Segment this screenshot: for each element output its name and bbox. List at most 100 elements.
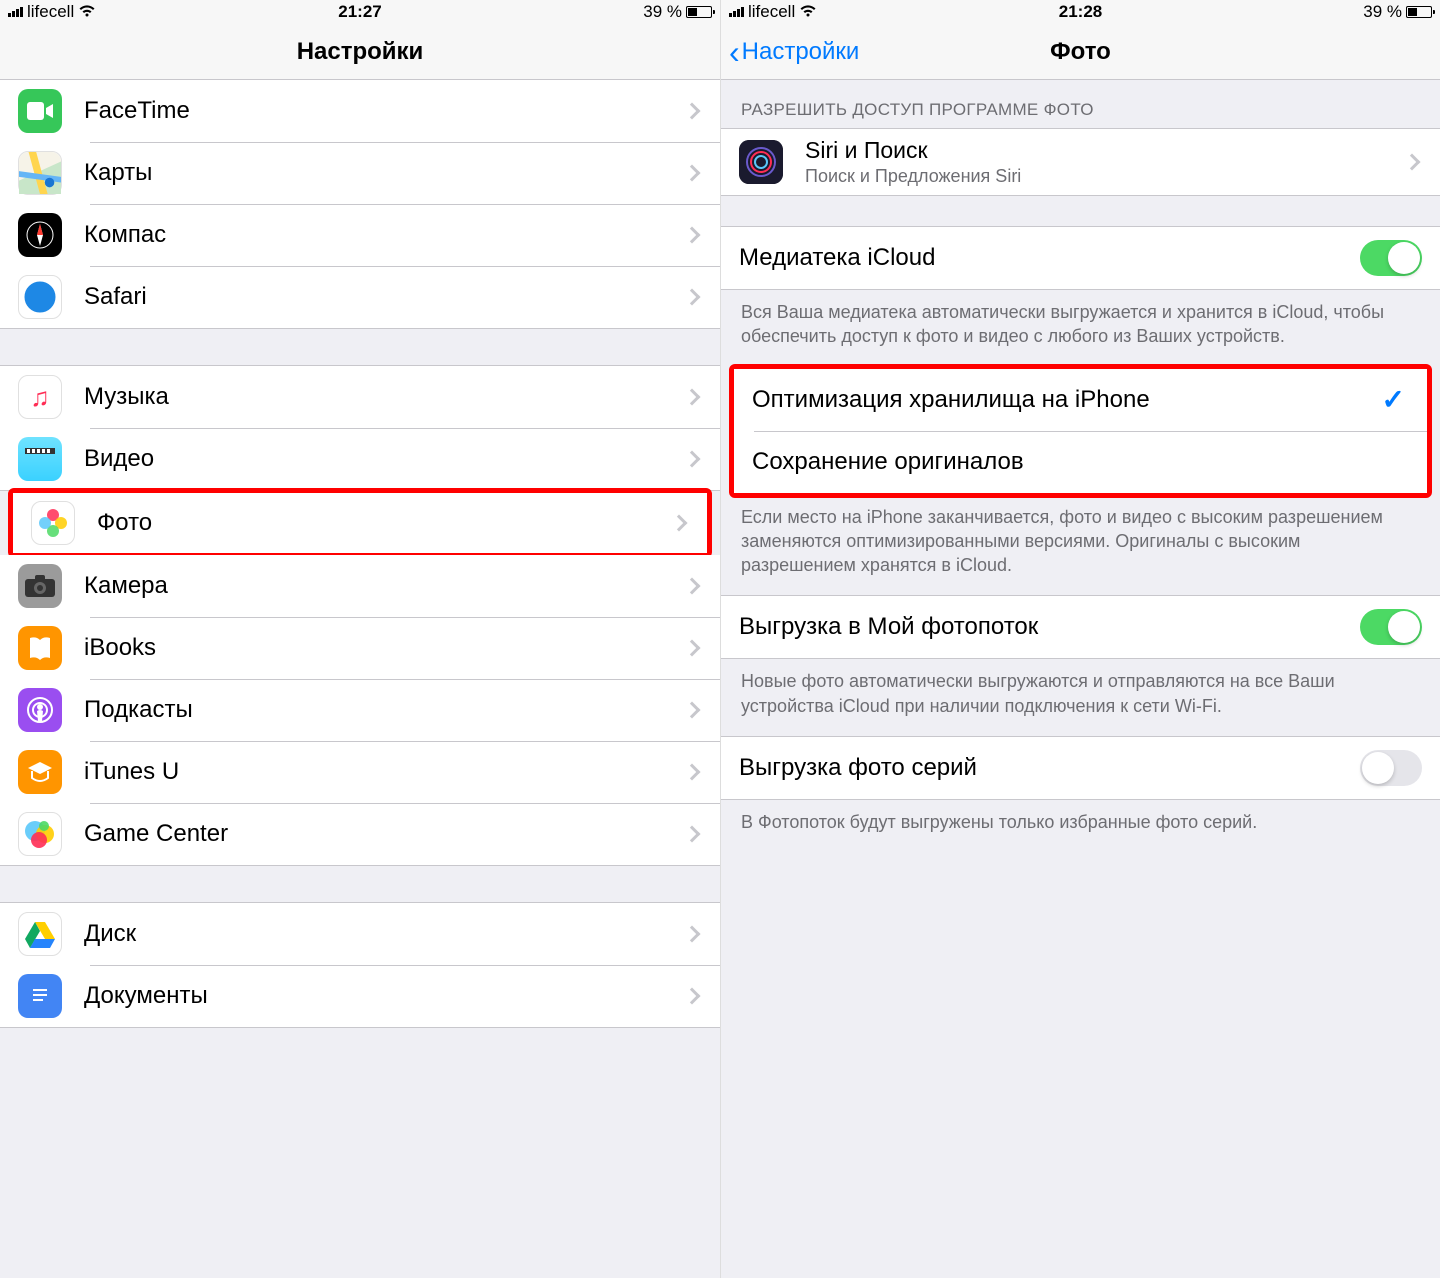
facetime-icon: [18, 89, 62, 133]
settings-screen: lifecell 21:27 39 % Настройки FaceTime: [0, 0, 720, 1278]
music-icon: ♫: [18, 375, 62, 419]
row-label: FaceTime: [84, 97, 686, 125]
photo-stream-footer: Новые фото автоматически выгружаются и о…: [721, 659, 1440, 736]
battery-icon: [686, 6, 712, 18]
row-itunesu[interactable]: iTunes U: [0, 741, 720, 803]
video-icon: [18, 437, 62, 481]
back-button[interactable]: ‹ Настройки: [729, 24, 859, 79]
chevron-icon: [684, 640, 701, 657]
drive-icon: [18, 912, 62, 956]
back-label: Настройки: [742, 38, 860, 66]
page-title: Настройки: [297, 38, 424, 66]
itunesu-icon: [18, 750, 62, 794]
row-label: Музыка: [84, 383, 686, 411]
row-music[interactable]: ♫ Музыка: [0, 366, 720, 428]
row-video[interactable]: Видео: [0, 428, 720, 490]
chevron-icon: [684, 926, 701, 943]
row-label: Документы: [84, 982, 686, 1010]
row-podcasts[interactable]: Подкасты: [0, 679, 720, 741]
chevron-icon: [671, 515, 688, 532]
row-camera[interactable]: Камера: [0, 555, 720, 617]
chevron-icon: [684, 389, 701, 406]
row-label: Карты: [84, 159, 686, 187]
signal-icon: [8, 7, 23, 17]
chevron-icon: [684, 103, 701, 120]
siri-subtitle: Поиск и Предложения Siri: [805, 166, 1406, 187]
chevron-icon: [684, 764, 701, 781]
photo-stream-switch[interactable]: [1360, 609, 1422, 645]
row-facetime[interactable]: FaceTime: [0, 80, 720, 142]
ibooks-icon: [18, 626, 62, 670]
wifi-icon: [78, 3, 96, 22]
status-time: 21:27: [338, 2, 381, 22]
chevron-icon: [684, 702, 701, 719]
chevron-left-icon: ‹: [729, 36, 740, 68]
storage-footer: Если место на iPhone заканчивается, фото…: [721, 495, 1440, 596]
row-label: Фото: [97, 509, 673, 537]
chevron-icon: [684, 988, 701, 1005]
row-gamecenter[interactable]: Game Center: [0, 803, 720, 865]
carrier-label: lifecell: [27, 2, 74, 22]
row-icloud-library[interactable]: Медиатека iCloud: [721, 227, 1440, 289]
icloud-library-switch[interactable]: [1360, 240, 1422, 276]
row-photo-stream[interactable]: Выгрузка в Мой фотопоток: [721, 596, 1440, 658]
chevron-icon: [684, 826, 701, 843]
row-maps[interactable]: Карты: [0, 142, 720, 204]
compass-icon: [18, 213, 62, 257]
section-allow-header: РАЗРЕШИТЬ ДОСТУП ПРОГРАММЕ ФОТО: [721, 80, 1440, 128]
signal-icon: [729, 7, 744, 17]
camera-icon: [18, 564, 62, 608]
chevron-icon: [684, 227, 701, 244]
highlight-storage-options: Оптимизация хранилища на iPhone ✓ Сохран…: [729, 364, 1432, 498]
row-photos[interactable]: Фото: [13, 493, 707, 553]
row-compass[interactable]: Компас: [0, 204, 720, 266]
row-label: Game Center: [84, 820, 686, 848]
siri-title: Siri и Поиск: [805, 137, 1406, 164]
photos-settings-screen: lifecell 21:28 39 % ‹ Настройки Фото РАЗ…: [720, 0, 1440, 1278]
nav-bar: Настройки: [0, 24, 720, 80]
row-label: Камера: [84, 572, 686, 600]
row-label: iBooks: [84, 634, 686, 662]
docs-icon: [18, 974, 62, 1018]
row-keep-originals[interactable]: Сохранение оригиналов: [734, 431, 1427, 493]
burst-footer: В Фотопоток будут выгружены только избра…: [721, 800, 1440, 852]
gamecenter-icon: [18, 812, 62, 856]
row-burst-upload[interactable]: Выгрузка фото серий: [721, 737, 1440, 799]
status-bar: lifecell 21:27 39 %: [0, 0, 720, 24]
siri-icon: [739, 140, 783, 184]
row-optimize-storage[interactable]: Оптимизация хранилища на iPhone ✓: [734, 369, 1427, 431]
chevron-icon: [684, 165, 701, 182]
highlight-photos: Фото: [8, 488, 712, 558]
chevron-icon: [684, 289, 701, 306]
safari-icon: [18, 275, 62, 319]
icloud-footer: Вся Ваша медиатека автоматически выгружа…: [721, 290, 1440, 367]
checkmark-icon: ✓: [1382, 383, 1405, 416]
carrier-label: lifecell: [748, 2, 795, 22]
row-safari[interactable]: Safari: [0, 266, 720, 328]
row-label: iTunes U: [84, 758, 686, 786]
row-label: Safari: [84, 283, 686, 311]
chevron-icon: [684, 578, 701, 595]
nav-bar: ‹ Настройки Фото: [721, 24, 1440, 80]
burst-upload-switch[interactable]: [1360, 750, 1422, 786]
battery-percent: 39 %: [643, 2, 682, 22]
row-label: Выгрузка фото серий: [739, 754, 1360, 782]
wifi-icon: [799, 3, 817, 22]
row-docs[interactable]: Документы: [0, 965, 720, 1027]
row-label: Медиатека iCloud: [739, 244, 1360, 272]
row-label: Выгрузка в Мой фотопоток: [739, 613, 1360, 641]
chevron-icon: [684, 451, 701, 468]
status-bar: lifecell 21:28 39 %: [721, 0, 1440, 24]
photos-icon: [31, 501, 75, 545]
row-label: Оптимизация хранилища на iPhone: [752, 386, 1382, 414]
row-siri[interactable]: Siri и Поиск Поиск и Предложения Siri: [721, 129, 1440, 195]
page-title: Фото: [1050, 38, 1111, 66]
row-ibooks[interactable]: iBooks: [0, 617, 720, 679]
battery-icon: [1406, 6, 1432, 18]
row-label: Компас: [84, 221, 686, 249]
row-label: Подкасты: [84, 696, 686, 724]
row-label: Диск: [84, 920, 686, 948]
row-drive[interactable]: Диск: [0, 903, 720, 965]
chevron-icon: [1404, 154, 1421, 171]
status-time: 21:28: [1059, 2, 1102, 22]
